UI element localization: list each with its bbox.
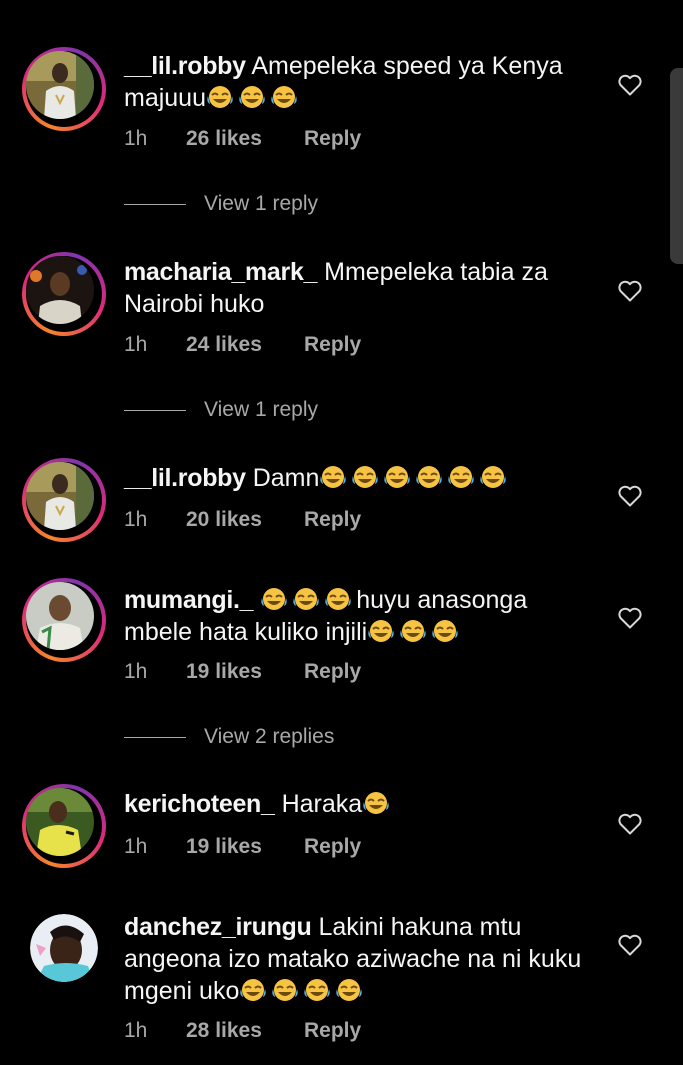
- comment-time: 1h: [124, 1019, 148, 1042]
- laughing-emoji-icon: [384, 466, 411, 488]
- heart-outline-icon[interactable]: [617, 279, 643, 303]
- laughing-emoji-icon: [293, 588, 319, 610]
- username[interactable]: __lil.robby: [124, 52, 246, 80]
- heart-outline-icon[interactable]: [617, 484, 643, 508]
- likes-count[interactable]: 19 likes: [186, 658, 304, 686]
- laughing-emoji-icon: [432, 620, 458, 642]
- likes-count[interactable]: 28 likes: [186, 1017, 304, 1045]
- laughing-emoji-icon: [368, 620, 394, 642]
- comment-meta: 1h 20 likes Reply: [124, 506, 361, 534]
- laughing-emoji-icon: [480, 466, 507, 488]
- reply-button[interactable]: Reply: [304, 1017, 361, 1045]
- username[interactable]: macharia_mark_: [124, 258, 317, 286]
- story-ring[interactable]: [22, 252, 106, 336]
- comment-time: 1h: [124, 508, 148, 531]
- replies-divider: [124, 203, 186, 205]
- laughing-emoji-icon: [240, 979, 267, 1001]
- username[interactable]: kerichoteen_: [124, 790, 275, 818]
- avatar[interactable]: [26, 788, 94, 856]
- likes-count[interactable]: 26 likes: [186, 125, 304, 153]
- comment-body: Haraka: [282, 790, 395, 818]
- comment-time: 1h: [124, 835, 148, 858]
- comment-meta: 1h 24 likes Reply: [124, 331, 361, 359]
- laughing-emoji-icon: [336, 979, 363, 1001]
- story-ring[interactable]: [22, 784, 106, 868]
- likes-count[interactable]: 24 likes: [186, 331, 304, 359]
- comment-text: __lil.robby Damn: [124, 462, 594, 494]
- comment-meta: 1h 19 likes Reply: [124, 658, 361, 686]
- comment-body: Damn: [253, 464, 512, 492]
- comment-text: danchez_irungu Lakini hakuna mtu angeona…: [124, 911, 594, 1007]
- view-replies-button[interactable]: View 1 reply: [124, 189, 318, 219]
- laughing-emoji-icon: [416, 466, 443, 488]
- scrollbar[interactable]: [670, 68, 683, 264]
- avatar[interactable]: [30, 914, 98, 982]
- likes-count[interactable]: 20 likes: [186, 506, 304, 534]
- reply-button[interactable]: Reply: [304, 125, 361, 153]
- heart-outline-icon[interactable]: [617, 606, 643, 630]
- username[interactable]: danchez_irungu: [124, 913, 312, 941]
- laughing-emoji-icon: [261, 588, 287, 610]
- laughing-emoji-icon: [448, 466, 475, 488]
- heart-outline-icon[interactable]: [617, 933, 643, 957]
- reply-button[interactable]: Reply: [304, 833, 361, 861]
- avatar[interactable]: [26, 256, 94, 324]
- likes-count[interactable]: 19 likes: [186, 833, 304, 861]
- laughing-emoji-icon: [304, 979, 331, 1001]
- username[interactable]: __lil.robby: [124, 464, 246, 492]
- avatar[interactable]: [26, 582, 94, 650]
- laughing-emoji-icon: [400, 620, 426, 642]
- reply-button[interactable]: Reply: [304, 331, 361, 359]
- avatar[interactable]: [26, 51, 94, 119]
- laughing-emoji-icon: [239, 86, 265, 108]
- laughing-emoji-icon: [363, 792, 389, 814]
- view-replies-button[interactable]: View 2 replies: [124, 722, 334, 752]
- laughing-emoji-icon: [320, 466, 347, 488]
- comment-time: 1h: [124, 333, 148, 356]
- laughing-emoji-icon: [271, 86, 297, 108]
- comment-time: 1h: [124, 660, 148, 683]
- view-replies-button[interactable]: View 1 reply: [124, 395, 318, 425]
- comment-meta: 1h 19 likes Reply: [124, 833, 361, 861]
- comment-text: __lil.robby Amepeleka speed ya Kenya maj…: [124, 50, 594, 114]
- story-ring[interactable]: [22, 458, 106, 542]
- username[interactable]: mumangi._: [124, 586, 254, 614]
- comment-meta: 1h 26 likes Reply: [124, 125, 361, 153]
- replies-divider: [124, 736, 186, 738]
- comment-meta: 1h 28 likes Reply: [124, 1017, 361, 1045]
- comment-text: macharia_mark_ Mmepeleka tabia za Nairob…: [124, 256, 594, 320]
- comment-text: mumangi._ huyu anasonga mbele hata kulik…: [124, 584, 594, 648]
- replies-divider: [124, 409, 186, 411]
- comment-time: 1h: [124, 127, 148, 150]
- laughing-emoji-icon: [325, 588, 351, 610]
- laughing-emoji-icon: [352, 466, 379, 488]
- avatar[interactable]: [26, 462, 94, 530]
- laughing-emoji-icon: [272, 979, 299, 1001]
- story-ring[interactable]: [22, 578, 106, 662]
- laughing-emoji-icon: [207, 86, 233, 108]
- heart-outline-icon[interactable]: [617, 812, 643, 836]
- reply-button[interactable]: Reply: [304, 506, 361, 534]
- heart-outline-icon[interactable]: [617, 73, 643, 97]
- story-ring[interactable]: [22, 47, 106, 131]
- comment-text: kerichoteen_ Haraka: [124, 788, 594, 820]
- reply-button[interactable]: Reply: [304, 658, 361, 686]
